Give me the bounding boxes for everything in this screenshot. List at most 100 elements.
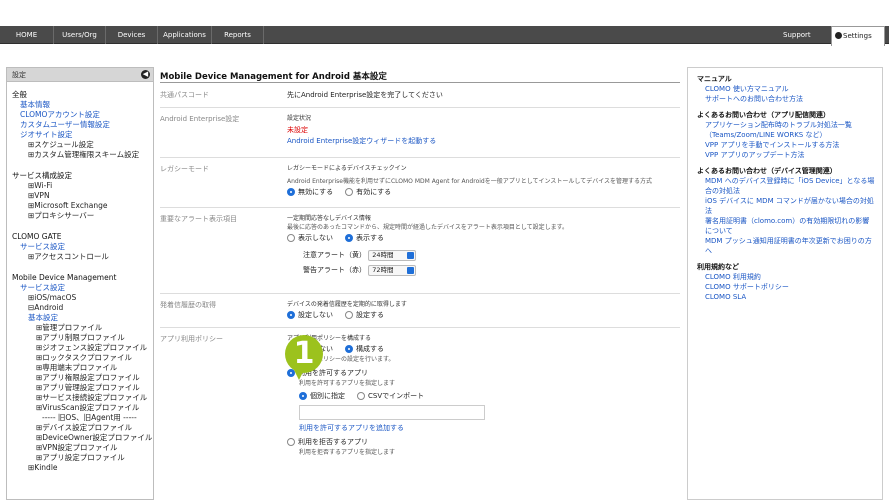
allowed-app-input[interactable] — [299, 405, 485, 420]
sidebar-item-profile[interactable]: ⊞ジオフェンス設定プロファイル — [7, 343, 153, 353]
alert-red-row: 警告アラート（赤） 72時間 — [287, 263, 677, 278]
help-link[interactable]: CLOMO 利用規約 — [697, 272, 876, 282]
legacy-enable-label: 有効にする — [356, 188, 392, 196]
history-on-radio[interactable] — [345, 311, 353, 319]
nav-settings-tab[interactable]: Settings — [831, 26, 885, 46]
sidebar-section-service: サービス構成設定 — [12, 171, 72, 180]
history-subtitle: デバイスの発着信履歴を定期的に取得します — [287, 301, 407, 308]
alert-red-label: 警告アラート（赤） — [303, 266, 366, 274]
alert-show-radio[interactable] — [345, 234, 353, 242]
status-value: 未設定 — [287, 126, 308, 134]
help-link[interactable]: CLOMO サポートポリシー — [697, 282, 876, 292]
row-enterprise: Android Enterprise設定 設定状況 未設定 Android En… — [160, 108, 680, 158]
help-link[interactable]: CLOMO SLA — [697, 292, 876, 302]
help-link[interactable]: MDM プッシュ通知用証明書の年次更新でお困りの方へ — [697, 236, 876, 256]
sidebar-item-legacy-profile[interactable]: ⊞DeviceOwner設定プロファイル — [7, 433, 153, 443]
sidebar-item-profile[interactable]: ⊞アプリ管理設定プロファイル — [7, 383, 153, 393]
chevron-down-icon — [407, 266, 415, 274]
nav-devices[interactable]: Devices — [106, 26, 158, 44]
allow-method-options: 個別に指定 CSVでインポート — [287, 390, 677, 402]
alert-red-select[interactable]: 72時間 — [368, 264, 417, 276]
chevron-down-icon — [407, 251, 415, 259]
policy-desc: アプリ利用ポリシーの設定を行います。 — [287, 356, 395, 363]
sidebar-item-profile[interactable]: ⊞ロックタスクプロファイル — [7, 353, 153, 363]
sidebar-item-profile[interactable]: ⊞管理プロファイル — [7, 323, 153, 333]
row-policy: アプリ利用ポリシー アプリ利用ポリシーを構成する 構成しない 構成する アプリ利… — [160, 328, 680, 468]
help-link[interactable]: CLOMO 使い方マニュアル — [697, 84, 876, 94]
legacy-enable-radio[interactable] — [345, 188, 354, 196]
alert-desc: 最後に応答のあったコマンドから、規定時間が経過したデバイスをアラート表示項目とし… — [287, 224, 569, 231]
add-allowed-app-link[interactable]: 利用を許可するアプリを追加する — [287, 423, 677, 434]
settings-sidebar: 設定 ◀ 全般 基本情報 CLOMOアカウント設定 カスタムユーザー情報設定 ジ… — [6, 67, 154, 500]
row-alert: 重要なアラート表示項目 一定期間応答なしデバイス情報 最後に応答のあったコマンド… — [160, 208, 680, 294]
csv-import-radio[interactable] — [357, 392, 365, 400]
csv-import-label: CSVでインポート — [368, 392, 425, 400]
alert-yellow-select[interactable]: 24時間 — [368, 249, 417, 261]
step-marker: 1 — [285, 335, 323, 373]
enterprise-wizard-link[interactable]: Android Enterprise設定ウィザードを起動する — [287, 136, 677, 147]
alert-hide-radio[interactable] — [287, 234, 295, 242]
sidebar-section-mdm: Mobile Device Management — [12, 273, 117, 282]
sidebar-item-profile[interactable]: ⊞VirusScan設定プロファイル — [7, 403, 153, 413]
sidebar-item-clomo-account[interactable]: CLOMOアカウント設定 — [7, 110, 153, 120]
individual-radio[interactable] — [299, 392, 307, 400]
sidebar-item-basic-info[interactable]: 基本情報 — [7, 100, 153, 110]
help-manual-title: マニュアル — [697, 75, 732, 83]
nav-support[interactable]: Support — [783, 26, 811, 44]
nav-applications[interactable]: Applications — [158, 26, 212, 44]
sidebar-item-profile[interactable]: ⊞サービス接続設定プロファイル — [7, 393, 153, 403]
policy-body: アプリ利用ポリシーを構成する 構成しない 構成する アプリ利用ポリシーの設定を行… — [287, 334, 677, 457]
policy-on-label: 構成する — [356, 345, 384, 353]
history-off-radio[interactable] — [287, 311, 295, 319]
row-label: アプリ利用ポリシー — [160, 335, 223, 343]
legacy-subtitle: レガシーモードによるデバイスチェックイン — [287, 165, 407, 172]
sidebar-item-profile[interactable]: ⊞専用端末プロファイル — [7, 363, 153, 373]
help-link[interactable]: サポートへのお問い合わせ方法 — [697, 94, 876, 104]
sidebar-item-vpn[interactable]: ⊞VPN — [7, 191, 153, 201]
sidebar-item-access-control[interactable]: ⊞アクセスコントロール — [7, 252, 153, 262]
sidebar-item-android[interactable]: ⊟Android — [7, 303, 153, 313]
sidebar-item-exchange[interactable]: ⊞Microsoft Exchange — [7, 201, 153, 211]
help-link[interactable]: iOS デバイスに MDM コマンドが届かない場合の対処法 — [697, 196, 876, 216]
sidebar-item-proxy[interactable]: ⊞プロキシサーバー — [7, 211, 153, 221]
sidebar-item-geosite[interactable]: ジオサイト設定 — [7, 130, 153, 140]
sidebar-item-custom-user[interactable]: カスタムユーザー情報設定 — [7, 120, 153, 130]
top-nav: HOME Users/Org Devices Applications Repo… — [0, 26, 889, 46]
sidebar-item-ios[interactable]: ⊞iOS/macOS — [7, 293, 153, 303]
sidebar-item-legacy-profile[interactable]: ⊞アプリ設定プロファイル — [7, 453, 153, 463]
nav-users-org[interactable]: Users/Org — [54, 26, 106, 44]
sidebar-item-profile[interactable]: ⊞アプリ制限プロファイル — [7, 333, 153, 343]
help-faq-app-title: よくあるお問い合わせ（アプリ配信関連） — [697, 111, 830, 119]
sidebar-item-legacy-profile[interactable]: ⊞VPN設定プロファイル — [7, 443, 153, 453]
sidebar-item-kindle[interactable]: ⊞Kindle — [7, 463, 153, 473]
sidebar-item-gate-service[interactable]: サービス設定 — [7, 242, 153, 252]
enterprise-body: 設定状況 未設定 Android Enterprise設定ウィザードを起動する — [287, 114, 677, 147]
help-link[interactable]: アプリケーション配布時のトラブル対処法一覧（Teams/Zoom/LINE WO… — [697, 120, 876, 140]
sidebar-item-mdm-service[interactable]: サービス設定 — [7, 283, 153, 293]
sidebar-item-profile[interactable]: ⊞アプリ権限設定プロファイル — [7, 373, 153, 383]
nav-home[interactable]: HOME — [0, 26, 54, 44]
row-passcode: 共通パスコード 先にAndroid Enterprise設定を完了してください — [160, 84, 680, 108]
help-link[interactable]: VPP アプリを手動でインストールする方法 — [697, 140, 876, 150]
collapse-sidebar-icon[interactable]: ◀ — [141, 70, 150, 79]
policy-on-radio[interactable] — [345, 345, 353, 353]
sidebar-item-schedule[interactable]: ⊞スケジュール設定 — [7, 140, 153, 150]
sidebar-item-custom-permission[interactable]: ⊞カスタム管理権限スキーム設定 — [7, 150, 153, 160]
alert-options: 表示しない 表示する — [287, 232, 677, 244]
help-link[interactable]: VPP アプリのアップデート方法 — [697, 150, 876, 160]
individual-label: 個別に指定 — [310, 392, 345, 400]
policy-subtitle: アプリ利用ポリシーを構成する — [287, 335, 372, 342]
sidebar-item-wifi[interactable]: ⊞Wi-Fi — [7, 181, 153, 191]
main-content: Mobile Device Management for Android 基本設… — [160, 70, 680, 456]
nav-reports[interactable]: Reports — [212, 26, 264, 44]
passcode-note: 先にAndroid Enterprise設定を完了してください — [287, 91, 443, 99]
help-link[interactable]: MDM へのデバイス登録時に「iOS Device」となる場合の対処法 — [697, 176, 876, 196]
help-link[interactable]: 署名用証明書（clomo.com）の有効期限切れの影響について — [697, 216, 876, 236]
legacy-body: レガシーモードによるデバイスチェックイン Android Enterprise機… — [287, 164, 677, 198]
sidebar-item-legacy-profile[interactable]: ⊞デバイス設定プロファイル — [7, 423, 153, 433]
deny-apps-radio[interactable] — [287, 438, 295, 446]
deny-apps-label: 利用を拒否するアプリ — [298, 438, 368, 446]
legacy-disable-radio[interactable] — [287, 188, 295, 196]
gear-icon — [835, 32, 842, 39]
sidebar-item-android-base[interactable]: 基本設定 — [7, 313, 153, 323]
